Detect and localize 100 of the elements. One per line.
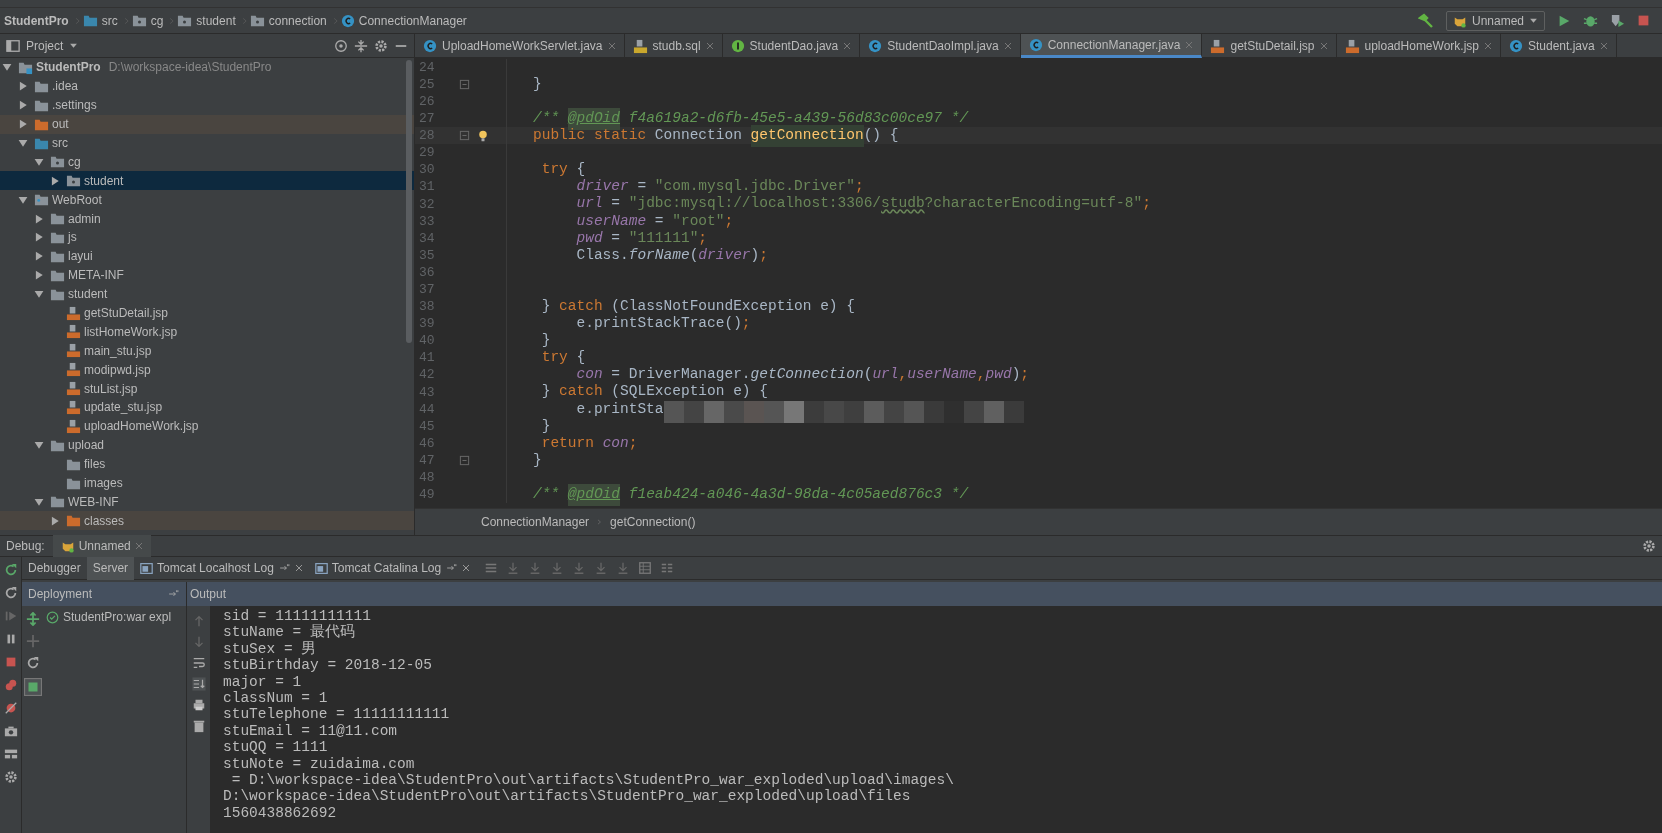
code-line: e.printStackTrace();	[575, 314, 751, 334]
project-path: D:\workspace-idea\StudentPro	[108, 59, 272, 77]
line-number: 43	[418, 383, 436, 402]
tree-item[interactable]: js	[0, 228, 414, 247]
code-line: pwd = "111111";	[575, 228, 708, 248]
console-line: stuSex = 男	[223, 640, 318, 658]
debug-tab[interactable]: Tomcat Catalina Log	[308, 556, 477, 580]
breadcrumb-item[interactable]: student	[175, 11, 242, 30]
tree-item[interactable]: .idea	[0, 76, 414, 96]
code-line: Class.forName(driver);	[575, 245, 768, 265]
code-line: }	[532, 450, 542, 470]
tree-item[interactable]: classes	[0, 511, 414, 531]
tree-item[interactable]: META-INF	[0, 265, 414, 285]
console-line: = D:\workspace-idea\StudentPro\out\artifacts\StudentPro_war_exploded\upload\images\	[230, 772, 955, 789]
run-configuration-dropdown[interactable]: Unnamed	[1445, 10, 1545, 31]
code-line: public static Connection getConnection() {	[507, 125, 899, 147]
line-number: 25	[418, 75, 436, 94]
console-line: D:\workspace-idea\StudentPro\out\artifacts\StudentPro_war_exploded\upload\files	[223, 788, 912, 805]
breadcrumb-item[interactable]: ConnectionManager	[338, 11, 473, 30]
tree-item[interactable]: uploadHomeWork.jsp	[0, 416, 414, 436]
tree-item[interactable]: WEB-INF	[0, 492, 414, 512]
tree-item[interactable]: update_stu.jsp	[0, 398, 414, 417]
debug-tab[interactable]: Server	[86, 556, 135, 580]
tree-item[interactable]: main_stu.jsp	[0, 341, 414, 361]
column-header: Deployment	[28, 586, 93, 603]
code-line: try {	[540, 160, 586, 179]
code-line: try {	[540, 348, 586, 368]
line-number: 37	[418, 281, 436, 299]
breadcrumb-item[interactable]: connection	[247, 11, 333, 30]
line-number: 27	[418, 110, 436, 129]
console-line: stuTelephone = 11111111111	[223, 706, 451, 723]
tree-item[interactable]: getStuDetail.jsp	[0, 303, 414, 323]
code-line: /** @pdOid f1eab424-a046-4a3d-98da-4c05aed876c3 */	[507, 484, 969, 506]
line-number: 41	[418, 349, 436, 368]
code-line: return con;	[540, 433, 638, 453]
tree-item[interactable]: listHomeWork.jsp	[0, 322, 414, 342]
console-line: classNum = 1	[223, 690, 329, 707]
tree-item[interactable]: out	[0, 114, 414, 134]
debug-session-tab[interactable]: Unnamed	[52, 535, 151, 557]
tree-item[interactable]: student	[0, 284, 414, 304]
line-number: 26	[418, 93, 436, 111]
code-line: userName = "root";	[575, 211, 734, 231]
breadcrumb-item[interactable]: getConnection()	[610, 513, 696, 531]
panel-title: Debug:	[6, 538, 45, 555]
code-line: driver = "com.mysql.jdbc.Driver";	[575, 177, 864, 196]
tree-item[interactable]: stuList.jsp	[0, 379, 414, 399]
code-line: }	[532, 74, 542, 94]
line-number: 45	[418, 417, 436, 436]
debug-tab[interactable]: Debugger	[22, 556, 87, 580]
tree-item[interactable]: student	[0, 171, 414, 191]
line-number: 47	[418, 451, 436, 470]
breadcrumb-item[interactable]: ConnectionManager	[481, 513, 590, 531]
line-number: 34	[418, 229, 436, 248]
tree-item[interactable]: images	[0, 473, 414, 493]
panel-title[interactable]: Project	[26, 36, 64, 55]
breadcrumb-item[interactable]: src	[80, 11, 124, 30]
console-line: stuQQ = 1111	[223, 739, 329, 756]
tree-item[interactable]: StudentPro D:\workspace-idea\StudentPro	[0, 58, 414, 77]
tree-item[interactable]: layui	[0, 246, 414, 266]
editor-tab[interactable]: ConnectionManager.java	[1020, 34, 1203, 58]
code-line: } catch (ClassNotFoundException e) {	[540, 297, 855, 316]
breadcrumb-item[interactable]: StudentPro	[2, 11, 75, 30]
line-number: 35	[418, 246, 436, 265]
tree-item[interactable]: cg	[0, 152, 414, 172]
tree-item[interactable]: upload	[0, 435, 414, 455]
tree-item[interactable]: admin	[0, 209, 414, 228]
line-number: 39	[418, 315, 436, 334]
console-line: 1560438862692	[223, 804, 338, 822]
tree-item[interactable]: files	[0, 454, 414, 474]
line-number: 46	[418, 434, 436, 453]
line-number: 33	[418, 212, 436, 231]
line-number: 29	[418, 144, 436, 163]
tree-item[interactable]: modipwd.jsp	[0, 360, 414, 380]
line-number: 40	[418, 332, 436, 351]
breadcrumb-item[interactable]: cg	[129, 11, 170, 30]
console-line: stuNote = zuidaima.com	[223, 755, 416, 773]
debug-tab[interactable]: Tomcat Localhost Log	[134, 556, 309, 580]
console-line: sid = 11111111111	[223, 608, 372, 624]
code-line: url = "jdbc:mysql://localhost:3306/studb?characterEncoding=utf-8";	[575, 194, 1151, 214]
console-line: stuBirthday = 2018-12-05	[223, 657, 433, 674]
line-number: 44	[418, 400, 436, 419]
line-number: 32	[418, 195, 436, 214]
line-number: 31	[418, 178, 436, 197]
code-line: }	[540, 416, 551, 436]
line-number: 48	[418, 469, 436, 488]
line-number: 30	[418, 161, 436, 180]
code-line: con = DriverManager.getConnection(url,userName,pwd);	[575, 365, 1030, 384]
line-number: 42	[418, 366, 436, 385]
column-header: Output	[189, 586, 227, 603]
console-line: major = 1	[223, 673, 303, 691]
console-line: stuEmail = 11@11.com	[223, 722, 399, 740]
code-line: }	[540, 331, 551, 351]
line-number: 38	[418, 298, 436, 317]
console-line: stuName = 最代码	[223, 624, 356, 641]
line-number: 49	[418, 486, 436, 505]
tree-item[interactable]: .settings	[0, 95, 414, 115]
line-number: 36	[418, 263, 436, 282]
tree-item[interactable]: src	[0, 133, 414, 153]
deployment-item[interactable]: StudentPro:war expl	[44, 608, 186, 626]
tree-item[interactable]: WebRoot	[0, 190, 414, 210]
